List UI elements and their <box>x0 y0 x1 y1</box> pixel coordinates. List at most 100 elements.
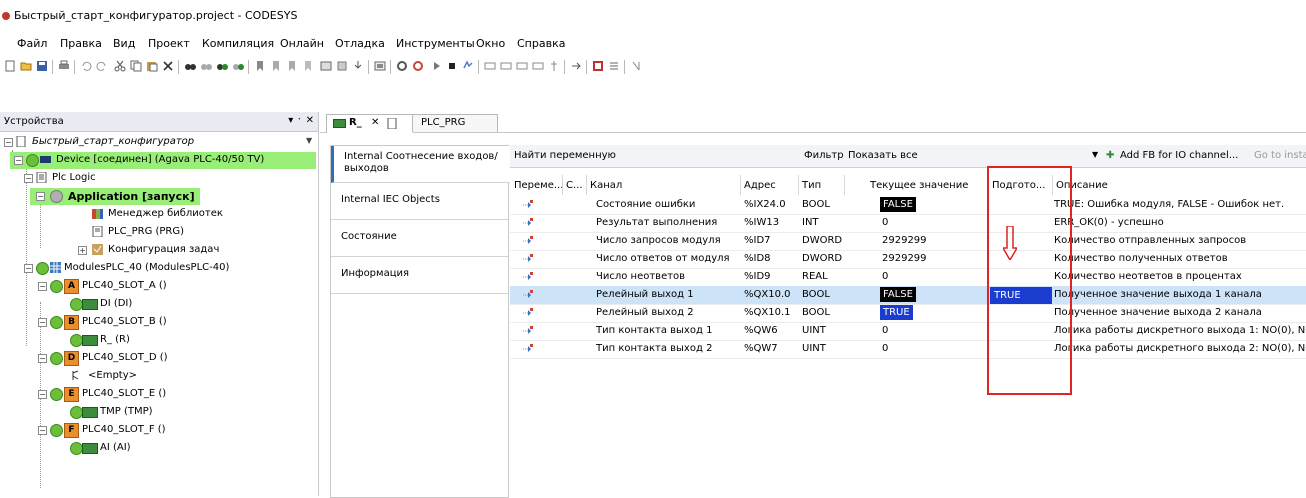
menu-online[interactable]: Онлайн <box>280 37 324 50</box>
side-tab-iec-objects[interactable]: Internal IEC Objects <box>331 183 508 220</box>
tree-item-slot-b[interactable]: − B PLC40_SLOT_B () <box>2 314 302 331</box>
redo-icon[interactable] <box>96 60 108 72</box>
side-tab-status[interactable]: Состояние <box>331 220 508 257</box>
column-header-description[interactable]: Описание <box>1052 175 1306 195</box>
table-row[interactable]: Тип контакта выход 1 %QW6 UINT 0 Логика рабо… <box>510 322 1306 341</box>
step-over-icon[interactable] <box>484 60 496 72</box>
menu-help[interactable]: Справка <box>517 37 565 50</box>
side-tab-information[interactable]: Информация <box>331 257 508 294</box>
tree-item-r-module[interactable]: R_ (R) <box>2 332 302 349</box>
column-header-type[interactable]: Тип <box>798 175 845 195</box>
run-icon[interactable] <box>430 60 442 72</box>
table-row[interactable]: Число ответов от модуля %ID8 DWORD 2929299 К… <box>510 250 1306 269</box>
menu-build[interactable]: Компиляция <box>202 37 274 50</box>
collapse-icon[interactable]: − <box>24 264 33 273</box>
compile-icon[interactable] <box>320 60 332 72</box>
collapse-icon[interactable]: − <box>38 426 47 435</box>
collapse-icon[interactable]: − <box>38 354 47 363</box>
table-row[interactable]: Число неответов %ID9 REAL 0 Количество неотв… <box>510 268 1306 287</box>
add-fb-button[interactable]: Add FB for IO channel... <box>1120 150 1238 161</box>
write-values-icon[interactable] <box>570 60 582 72</box>
collapse-icon[interactable]: − <box>38 282 47 291</box>
stop-icon[interactable] <box>446 60 458 72</box>
menu-view[interactable]: Вид <box>113 37 135 50</box>
table-row[interactable]: Релейный выход 2 %QX10.1 BOOL TRUE Полученно… <box>510 304 1306 323</box>
table-row[interactable]: Состояние ошибки %IX24.0 BOOL FALSE TRUE: Ош… <box>510 196 1306 215</box>
bookmark-prev-icon[interactable] <box>286 60 298 72</box>
step-into-icon[interactable] <box>500 60 512 72</box>
unforce-icon[interactable] <box>608 60 620 72</box>
menu-window[interactable]: Окно <box>476 37 505 50</box>
copy-icon[interactable] <box>130 60 142 72</box>
generate-icon[interactable] <box>336 60 348 72</box>
side-tab-io-mapping[interactable]: Internal Соотнесение входов/выходов <box>331 146 511 183</box>
library-icon[interactable] <box>374 60 386 72</box>
collapse-icon[interactable]: − <box>4 138 13 147</box>
tree-item-plc-prg[interactable]: PLC_PRG (PRG) <box>2 224 302 241</box>
tree-item-plc-logic[interactable]: − Plc Logic <box>2 170 302 187</box>
column-header-mapping[interactable]: С... <box>562 175 587 195</box>
tree-item-slot-d[interactable]: − D PLC40_SLOT_D () <box>2 350 302 367</box>
delete-icon[interactable] <box>162 60 174 72</box>
reset-icon[interactable] <box>462 60 474 72</box>
tree-item-slot-f[interactable]: − F PLC40_SLOT_F () <box>2 422 302 439</box>
tree-item-slot-a[interactable]: − A PLC40_SLOT_A () <box>2 278 302 295</box>
filter-select[interactable]: Показать все <box>848 150 918 161</box>
tree-scroll-down-icon[interactable]: ▼ <box>306 136 316 148</box>
panel-controls[interactable]: ▾ ᛫ ✕ <box>288 115 314 126</box>
tree-item-application[interactable]: − Application [запуск] <box>30 188 200 205</box>
print-icon[interactable] <box>58 60 70 72</box>
expand-icon[interactable]: + <box>78 246 87 255</box>
undo-icon[interactable] <box>80 60 92 72</box>
column-header-address[interactable]: Адрес <box>740 175 799 195</box>
column-header-variable[interactable]: Переме... <box>510 175 563 195</box>
force-values-icon[interactable] <box>592 60 604 72</box>
find-in-project-icon[interactable] <box>232 60 244 72</box>
menu-debug[interactable]: Отладка <box>335 37 385 50</box>
run-to-cursor-icon[interactable] <box>532 60 544 72</box>
tree-item-modules[interactable]: − ModulesPLC_40 (ModulesPLC-40) <box>2 260 302 277</box>
tab-plc-prg[interactable]: PLC_PRG <box>412 114 498 132</box>
go-to-instance-button[interactable]: Go to instance <box>1254 150 1306 161</box>
collapse-icon[interactable]: − <box>14 156 23 165</box>
bookmark-next-icon[interactable] <box>270 60 282 72</box>
login-icon[interactable] <box>396 60 408 72</box>
prepare-value-icon[interactable] <box>630 60 642 72</box>
menu-file[interactable]: Файл <box>17 37 47 50</box>
tree-item-library-manager[interactable]: Менеджер библиотек <box>2 206 302 223</box>
table-row[interactable]: Релейный выход 1 %QX10.0 BOOL FALSE TRUE Полу… <box>510 286 1306 305</box>
tree-item-slot-e[interactable]: − E PLC40_SLOT_E () <box>2 386 302 403</box>
tree-item-ai[interactable]: AI (AI) <box>2 440 302 457</box>
tree-item-empty[interactable]: <Empty> <box>2 368 302 385</box>
download-icon[interactable] <box>352 60 364 72</box>
collapse-icon[interactable]: − <box>24 174 33 183</box>
table-row[interactable]: Число запросов модуля %ID7 DWORD 2929299 Кол… <box>510 232 1306 251</box>
menu-project[interactable]: Проект <box>148 37 190 50</box>
close-tab-icon[interactable]: ✕ <box>371 117 379 128</box>
tree-item-device[interactable]: − Device [соединен] (Agava PLC-40/50 TV) <box>10 152 316 169</box>
paste-icon[interactable] <box>146 60 158 72</box>
find-icon[interactable] <box>184 60 196 72</box>
replace-icon[interactable] <box>216 60 228 72</box>
table-row[interactable]: Тип контакта выход 2 %QW7 UINT 0 Логика рабо… <box>510 340 1306 359</box>
cut-icon[interactable] <box>114 60 126 72</box>
menu-edit[interactable]: Правка <box>60 37 102 50</box>
collapse-icon[interactable]: − <box>38 390 47 399</box>
tree-item-tmp[interactable]: TMP (TMP) <box>2 404 302 421</box>
menu-tools[interactable]: Инструменты <box>396 37 475 50</box>
step-out-icon[interactable] <box>516 60 528 72</box>
column-header-current-value[interactable]: Текущее значение <box>844 175 989 195</box>
logout-icon[interactable] <box>412 60 424 72</box>
new-project-icon[interactable] <box>4 60 16 72</box>
table-row[interactable]: Результат выполнения %IW13 INT 0 ERR_OK(0) -… <box>510 214 1306 233</box>
find-variable-button[interactable]: Найти переменную <box>514 150 616 161</box>
find-next-icon[interactable] <box>200 60 212 72</box>
tree-item-task-config[interactable]: + Конфигурация задач <box>2 242 302 259</box>
collapse-icon[interactable]: − <box>38 318 47 327</box>
tree-item-project[interactable]: − Быстрый_старт_конфигуратор <box>2 134 302 151</box>
column-header-channel[interactable]: Канал <box>586 175 741 195</box>
bookmark-icon[interactable] <box>254 60 266 72</box>
breakpoint-icon[interactable] <box>548 60 560 72</box>
tab-r-module[interactable]: R_ ✕ <box>326 114 414 133</box>
collapse-icon[interactable]: − <box>36 192 45 201</box>
